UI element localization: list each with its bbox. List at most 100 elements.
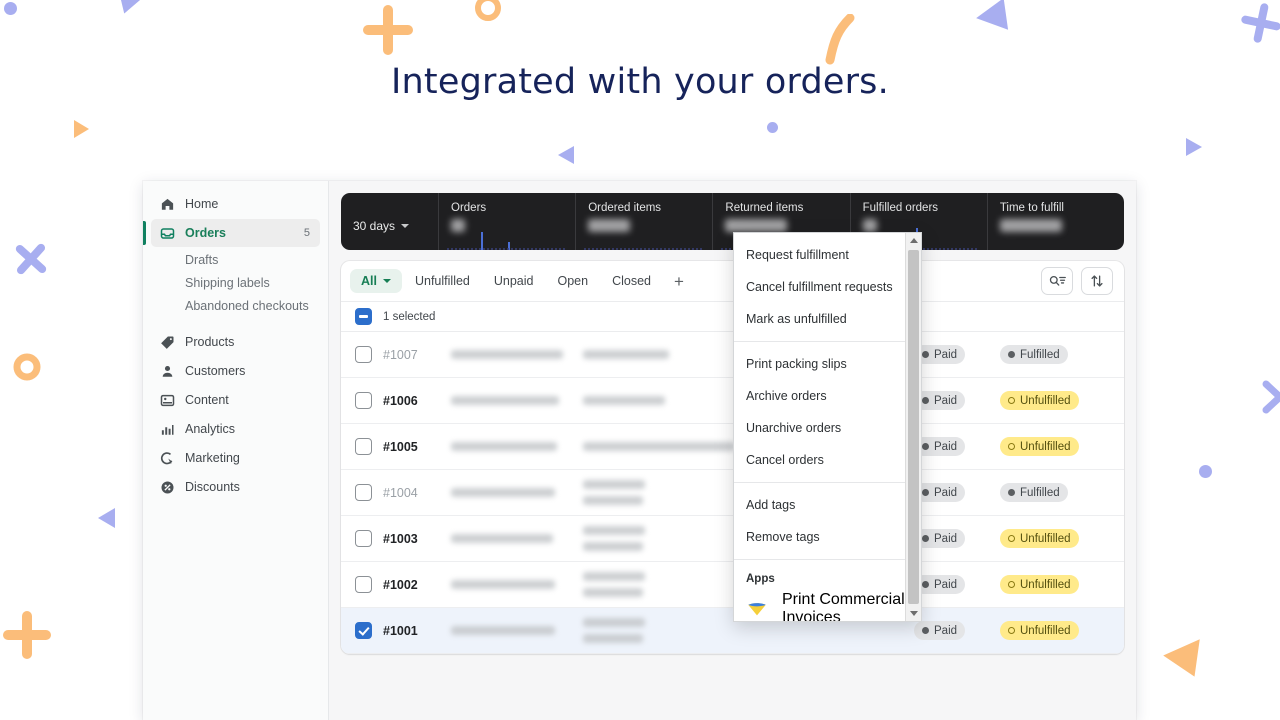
row-checkbox[interactable] (355, 438, 372, 455)
row-checkbox[interactable] (355, 392, 372, 409)
stat-time-to-fulfill[interactable]: Time to fulfill (986, 193, 1124, 250)
home-icon (159, 196, 176, 213)
page-title: Integrated with your orders. (391, 62, 889, 102)
discount-icon (159, 479, 176, 496)
menu-item-label: Cancel fulfillment requests (746, 280, 893, 294)
tab-closed[interactable]: Closed (601, 269, 662, 293)
fulfillment-status-cell: Unfulfilled (1000, 575, 1110, 594)
row-checkbox[interactable] (355, 622, 372, 639)
stat-label: Returned items (725, 202, 804, 214)
tab-label: Unfulfilled (414, 274, 470, 288)
sidebar-item-shipping-labels[interactable]: Shipping labels (151, 271, 320, 294)
periwinkle-x-icon (15, 243, 47, 275)
status-badge: Unfulfilled (1000, 621, 1079, 640)
status-label: Unfulfilled (1020, 532, 1071, 545)
status-badge: Unfulfilled (1000, 437, 1079, 456)
orange-ring-icon (475, 0, 501, 21)
status-badge: Unfulfilled (1000, 391, 1079, 410)
payment-status-cell: Paid (914, 483, 1000, 502)
menu-item-cancel-fulfillment-requests[interactable]: Cancel fulfillment requests (734, 271, 905, 303)
status-label: Unfulfilled (1020, 440, 1071, 453)
menu-scrollbar[interactable] (905, 233, 921, 621)
menu-item-remove-tags[interactable]: Remove tags (734, 521, 905, 553)
order-number: #1005 (383, 439, 418, 454)
search-filter-icon (1049, 275, 1066, 286)
menu-item-print-packing-slips[interactable]: Print packing slips (734, 348, 905, 380)
date-range-label: 30 days (353, 219, 396, 233)
periwinkle-plus-icon (1241, 3, 1280, 43)
menu-item-label: Add tags (746, 498, 796, 512)
payment-status-cell: Paid (914, 529, 1000, 548)
status-badge: Fulfilled (1000, 483, 1068, 502)
fulfillment-status-cell: Fulfilled (1000, 345, 1110, 364)
search-filter-button[interactable] (1041, 267, 1073, 295)
fulfillment-status-cell: Unfulfilled (1000, 529, 1110, 548)
order-number: #1004 (383, 485, 418, 500)
sidebar-item-marketing[interactable]: Marketing (151, 444, 320, 472)
tag-icon (159, 334, 176, 351)
orange-plus-2-icon (3, 611, 51, 659)
status-label: Unfulfilled (1020, 394, 1071, 407)
row-checkbox[interactable] (355, 576, 372, 593)
menu-separator (734, 482, 905, 483)
tab-open[interactable]: Open (547, 269, 600, 293)
sidebar-item-home[interactable]: Home (151, 190, 320, 218)
date-range-button[interactable]: 30 days (353, 219, 410, 233)
sidebar-item-analytics[interactable]: Analytics (151, 415, 320, 443)
scroll-up-button[interactable] (906, 233, 921, 248)
orders-icon (159, 225, 176, 242)
stat-ordered-items[interactable]: Ordered items (575, 193, 712, 250)
stat-orders[interactable]: Orders (438, 193, 575, 250)
row-checkbox[interactable] (355, 346, 372, 363)
orange-triangle-right-icon (74, 120, 89, 138)
select-all-checkbox[interactable] (355, 308, 372, 325)
table-tools (1041, 267, 1115, 295)
scrollbar-thumb[interactable] (908, 250, 919, 604)
status-dot-icon (922, 581, 929, 588)
menu-item-unarchive-orders[interactable]: Unarchive orders (734, 412, 905, 444)
menu-item-add-tags[interactable]: Add tags (734, 489, 905, 521)
sidebar-item-orders[interactable]: Orders 5 (143, 219, 320, 247)
periwinkle-dot-icon (4, 2, 17, 15)
sidebar-item-discounts[interactable]: Discounts (151, 473, 320, 501)
orange-plus-icon (363, 5, 413, 55)
content-icon (159, 392, 176, 409)
menu-item-request-fulfillment[interactable]: Request fulfillment (734, 239, 905, 271)
periwinkle-triangle-left-icon (973, 0, 1009, 34)
status-label: Fulfilled (1020, 486, 1060, 499)
sidebar-item-content[interactable]: Content (151, 386, 320, 414)
menu-item-mark-as-unfulfilled[interactable]: Mark as unfulfilled (734, 303, 905, 335)
status-dot-icon (922, 397, 929, 404)
stat-range-selector[interactable]: 30 days (341, 193, 438, 250)
status-dot-icon (922, 489, 929, 496)
tab-unfulfilled[interactable]: Unfulfilled (404, 269, 481, 293)
order-customer-redacted (583, 526, 753, 551)
menu-item-cancel-orders[interactable]: Cancel orders (734, 444, 905, 476)
bar-chart-icon (159, 421, 176, 438)
sidebar-subitem-label: Abandoned checkouts (185, 298, 309, 313)
tab-all[interactable]: All (350, 269, 402, 293)
tab-label: Open (557, 274, 589, 288)
status-dot-icon (922, 351, 929, 358)
tab-unpaid[interactable]: Unpaid (483, 269, 545, 293)
status-label: Unfulfilled (1020, 624, 1071, 637)
add-view-button[interactable]: + (664, 273, 694, 290)
order-date-redacted (451, 626, 583, 635)
sidebar-item-customers[interactable]: Customers (151, 357, 320, 385)
menu-item-archive-orders[interactable]: Archive orders (734, 380, 905, 412)
row-checkbox[interactable] (355, 530, 372, 547)
order-customer-redacted (583, 442, 753, 451)
row-checkbox[interactable] (355, 484, 372, 501)
menu-separator (734, 341, 905, 342)
orange-swoosh-icon (825, 14, 855, 65)
fulfillment-status-cell: Fulfilled (1000, 483, 1110, 502)
sort-icon (1091, 275, 1103, 287)
sort-button[interactable] (1081, 267, 1113, 295)
status-dot-icon (1008, 443, 1015, 450)
scroll-down-button[interactable] (906, 606, 921, 621)
menu-item-print-commercial-invoices[interactable]: Print Commercial Invoices (734, 591, 905, 621)
sidebar-item-products[interactable]: Products (151, 328, 320, 356)
sidebar-item-drafts[interactable]: Drafts (151, 248, 320, 271)
sidebar-item-abandoned-checkouts[interactable]: Abandoned checkouts (151, 294, 320, 317)
menu-item-label: Print packing slips (746, 357, 847, 371)
